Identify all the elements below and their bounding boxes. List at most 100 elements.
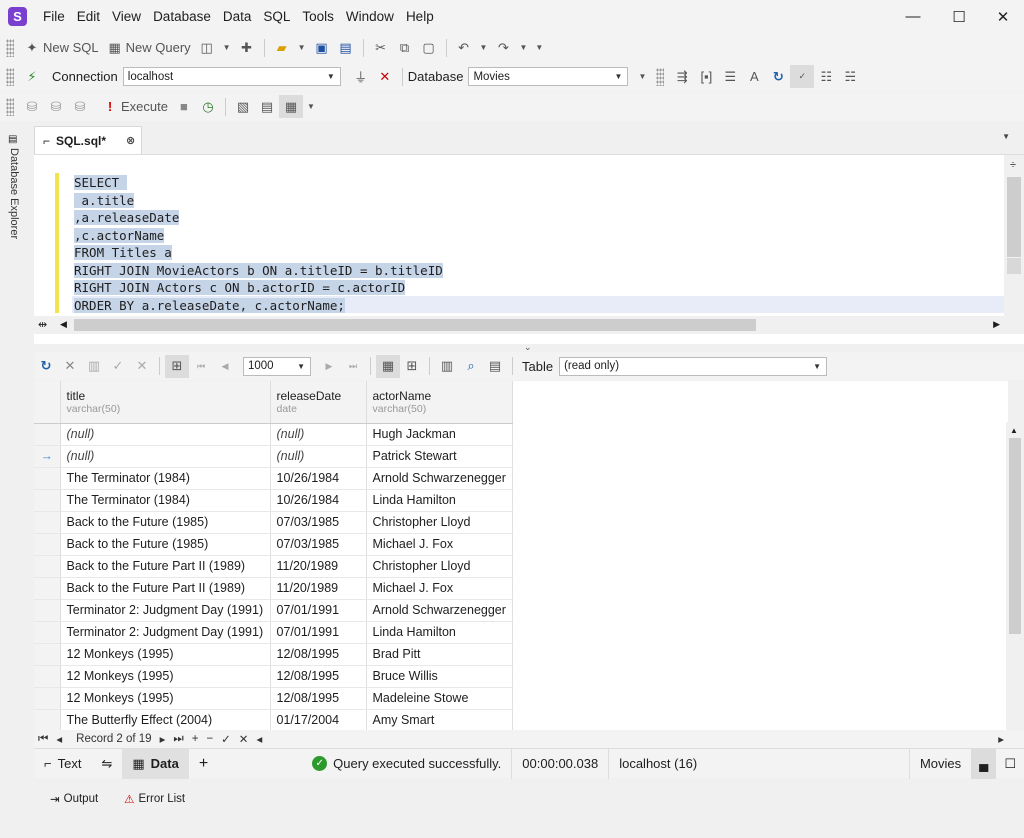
first-page-button[interactable]: ⏮	[189, 355, 213, 378]
error-list-tab[interactable]: ⚠ Error List	[118, 792, 191, 806]
table-cell[interactable]: Brad Pitt	[366, 643, 513, 666]
table-row[interactable]: (null) (null) Hugh Jackman	[34, 423, 513, 446]
table-cell[interactable]: Hugh Jackman	[366, 423, 513, 446]
toolbar-overflow-icon[interactable]: ▼	[531, 43, 547, 52]
table-cell[interactable]: The Terminator (1984)	[60, 467, 271, 490]
table-cell[interactable]: (null)	[270, 445, 367, 468]
paginate-button[interactable]: ⊞	[165, 354, 189, 378]
column-header-actorname[interactable]: actorName varchar(50)	[366, 381, 513, 424]
query-plan-button[interactable]: ▧	[231, 95, 255, 118]
scroll-left-icon[interactable]: ◂	[256, 732, 262, 746]
table-cell[interactable]: 01/17/2004	[270, 709, 367, 732]
tab-sql-file[interactable]: ⌐ SQL.sql* ⊗	[34, 126, 142, 154]
table-cell[interactable]: 10/26/1984	[270, 467, 367, 490]
database-select[interactable]: Movies ▼	[468, 67, 629, 86]
table-cell[interactable]: 07/01/1991	[270, 599, 367, 622]
export-button[interactable]: ▤	[255, 95, 279, 118]
prev-record-icon[interactable]: ◂	[56, 732, 62, 746]
row-header[interactable]: →	[34, 445, 61, 468]
export-data-button[interactable]: ▤	[483, 355, 507, 378]
table-cell[interactable]: Michael J. Fox	[366, 577, 513, 600]
redo-button[interactable]: ↷	[491, 36, 515, 59]
quick-info-button[interactable]: [▪]	[694, 65, 718, 88]
add-record-icon[interactable]: +	[192, 733, 199, 745]
swap-button[interactable]: ⇋	[91, 749, 122, 779]
table-cell[interactable]: 12/08/1995	[270, 665, 367, 688]
scroll-up-icon[interactable]: ▲	[1010, 426, 1018, 435]
find-button[interactable]: ⌕	[459, 355, 483, 378]
close-button[interactable]: ✕	[980, 0, 1024, 33]
next-record-icon[interactable]: ▸	[160, 732, 166, 746]
menu-item-window[interactable]: Window	[340, 9, 400, 24]
execute-current-button[interactable]: ⛁	[20, 95, 44, 118]
table-cell[interactable]: 11/20/1989	[270, 555, 367, 578]
table-cell[interactable]: Patrick Stewart	[366, 445, 513, 468]
table-cell[interactable]: 12 Monkeys (1995)	[60, 687, 271, 710]
table-cell[interactable]: Terminator 2: Judgment Day (1991)	[60, 621, 271, 644]
table-cell[interactable]: Back to the Future Part II (1989)	[60, 577, 271, 600]
new-query-button[interactable]: ▦ New Query	[103, 36, 195, 59]
results-grid[interactable]: title varchar(50) releaseDate date actorName…	[34, 381, 1008, 732]
table-cell[interactable]: The Butterfly Effect (2004)	[60, 709, 271, 732]
insert-record-button[interactable]: ▥	[82, 355, 106, 378]
table-cell[interactable]: 12/08/1995	[270, 687, 367, 710]
split-horizontal-icon[interactable]: ⇹	[38, 318, 47, 331]
grid-view-button[interactable]: ▦	[278, 95, 303, 118]
table-row[interactable]: Back to the Future Part II (1989) 11/20/1…	[34, 555, 513, 578]
grid-vertical-scrollbar[interactable]: ▲	[1006, 422, 1024, 730]
table-row[interactable]: Terminator 2: Judgment Day (1991) 07/01/1…	[34, 621, 513, 644]
copy-button[interactable]: ⧉	[393, 36, 417, 59]
tab-list-dropdown-icon[interactable]: ▼	[1002, 132, 1010, 141]
data-view-tab[interactable]: ▦ Data	[122, 748, 189, 779]
table-row[interactable]: 12 Monkeys (1995) 12/08/1995 Brad Pitt	[34, 643, 513, 666]
table-row[interactable]: The Terminator (1984) 10/26/1984 Linda Ham…	[34, 489, 513, 512]
text-view-tab[interactable]: ⌐ Text	[34, 749, 91, 779]
row-header[interactable]	[34, 643, 61, 666]
execute-selection-button[interactable]: ⛁	[44, 95, 68, 118]
refresh-button[interactable]: ↻	[766, 65, 790, 88]
remove-record-icon[interactable]: −	[206, 733, 213, 745]
last-record-icon[interactable]: ⏭	[173, 733, 183, 746]
row-header[interactable]	[34, 423, 61, 446]
scroll-right-icon[interactable]: ▸	[998, 732, 1004, 746]
table-cell[interactable]: Back to the Future (1985)	[60, 511, 271, 534]
toolbar-grip[interactable]	[6, 38, 14, 57]
table-cell[interactable]: (null)	[60, 423, 271, 446]
stop-button[interactable]: ■	[172, 95, 196, 118]
scroll-thumb[interactable]	[1007, 177, 1021, 257]
table-cell[interactable]: Bruce Willis	[366, 665, 513, 688]
disconnect-button[interactable]: ⏚	[349, 65, 373, 88]
table-cell[interactable]: Christopher Lloyd	[366, 511, 513, 534]
table-row[interactable]: The Butterfly Effect (2004) 01/17/2004 Amy…	[34, 709, 513, 732]
cut-button[interactable]: ✂	[369, 36, 393, 59]
column-header-releasedate[interactable]: releaseDate date	[270, 381, 367, 424]
row-header[interactable]	[34, 665, 61, 688]
table-cell[interactable]: Amy Smart	[366, 709, 513, 732]
table-cell[interactable]: 12 Monkeys (1995)	[60, 665, 271, 688]
execute-button[interactable]: ! Execute	[98, 95, 172, 118]
table-cell[interactable]: 10/26/1984	[270, 489, 367, 512]
open-button[interactable]: ▰	[270, 36, 294, 59]
row-header[interactable]	[34, 709, 61, 732]
table-cell[interactable]: The Terminator (1984)	[60, 489, 271, 512]
table-cell[interactable]: Back to the Future Part II (1989)	[60, 555, 271, 578]
new-item-button[interactable]: ✚	[235, 36, 259, 59]
sql-code[interactable]: SELECT a.title ,a.releaseDate ,c.actorName…	[74, 174, 443, 314]
page-size-select[interactable]: 1000 ▼	[243, 356, 311, 376]
history-button[interactable]: ◷	[196, 95, 220, 118]
save-all-button[interactable]: ▤	[334, 36, 358, 59]
scroll-thumb[interactable]	[1009, 438, 1021, 634]
scroll-right-icon[interactable]: ▶	[993, 319, 1000, 330]
scroll-thumb[interactable]	[74, 319, 756, 331]
table-cell[interactable]: Arnold Schwarzenegger	[366, 467, 513, 490]
row-header[interactable]	[34, 467, 61, 490]
validate-sql-button[interactable]: ✓	[790, 65, 815, 88]
row-header[interactable]	[34, 489, 61, 512]
prev-page-button[interactable]: ◀	[213, 355, 237, 378]
row-header[interactable]	[34, 599, 61, 622]
row-header[interactable]	[34, 533, 61, 556]
table-row[interactable]: → (null) (null) Patrick Stewart	[34, 445, 513, 468]
table-cell[interactable]: (null)	[60, 445, 271, 468]
table-cell[interactable]: 07/01/1991	[270, 621, 367, 644]
row-header[interactable]	[34, 555, 61, 578]
